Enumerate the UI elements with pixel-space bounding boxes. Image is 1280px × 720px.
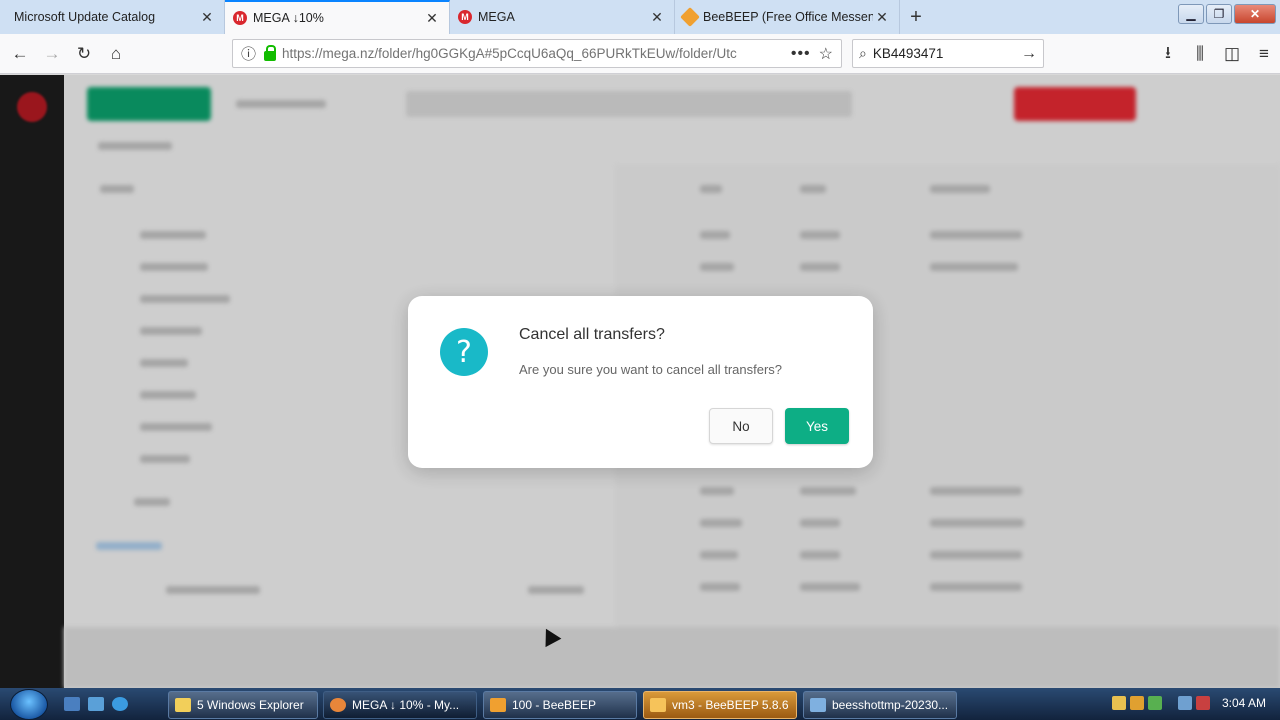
toolbar-buttons: ⭳ ⫼ ◫ ≡ bbox=[1152, 38, 1280, 70]
taskbar-beebeep-100[interactable]: 100 - BeeBEEP bbox=[483, 691, 637, 719]
beebeep-icon bbox=[680, 7, 700, 27]
tab-label: MEGA ↓10% bbox=[253, 11, 324, 25]
window-close-icon[interactable]: ✕ bbox=[1234, 4, 1276, 24]
search-input[interactable]: KB4493471 bbox=[873, 46, 1021, 61]
tray-app-icon[interactable] bbox=[1148, 696, 1162, 710]
tab-label: BeeBEEP (Free Office Messeng bbox=[703, 10, 873, 24]
lock-icon[interactable] bbox=[264, 45, 277, 61]
image-icon bbox=[810, 698, 826, 712]
sidebar-icon[interactable]: ◫ bbox=[1216, 38, 1248, 70]
maximize-icon[interactable]: ❐ bbox=[1206, 4, 1232, 24]
search-icon: ⌕ bbox=[859, 45, 867, 61]
page-actions-icon[interactable]: ••• bbox=[791, 45, 811, 63]
dialog-message: Are you sure you want to cancel all tran… bbox=[519, 362, 783, 377]
taskbar-windows-explorer[interactable]: 5 Windows Explorer bbox=[168, 691, 318, 719]
close-icon[interactable]: ✕ bbox=[648, 8, 666, 26]
search-bar[interactable]: ⌕ KB4493471 → bbox=[852, 39, 1044, 68]
address-bar[interactable]: ⓘ https://mega.nz/folder/hg0GGKgA#5pCcqU… bbox=[232, 39, 842, 68]
no-button[interactable]: No bbox=[709, 408, 773, 444]
mega-icon: M bbox=[233, 11, 247, 25]
system-tray bbox=[1112, 696, 1210, 710]
tab-mega-downloading[interactable]: M MEGA ↓10% ✕ bbox=[225, 0, 450, 34]
menu-hamburger-icon[interactable]: ≡ bbox=[1248, 38, 1280, 70]
show-desktop-icon[interactable] bbox=[64, 697, 80, 711]
firefox-icon bbox=[330, 698, 346, 712]
start-button[interactable] bbox=[10, 689, 48, 720]
reload-icon[interactable]: ↻ bbox=[68, 38, 100, 70]
back-arrow-icon[interactable]: ← bbox=[4, 38, 36, 70]
internet-explorer-icon[interactable] bbox=[112, 697, 128, 711]
tab-beebeep[interactable]: BeeBEEP (Free Office Messeng ✕ bbox=[675, 0, 900, 34]
url-text[interactable]: https://mega.nz/folder/hg0GGKgA#5pCcqU6a… bbox=[282, 46, 783, 61]
downloads-icon[interactable]: ⭳ bbox=[1152, 38, 1184, 70]
yes-button[interactable]: Yes bbox=[785, 408, 849, 444]
taskbar-label: 100 - BeeBEEP bbox=[512, 698, 597, 712]
window-controls: ▁ ❐ ✕ bbox=[1178, 4, 1276, 24]
taskbar-firefox-mega[interactable]: MEGA ↓ 10% - My... bbox=[323, 691, 477, 719]
dialog-title: Cancel all transfers? bbox=[519, 326, 665, 343]
taskbar-beebeep-vm3[interactable]: vm3 - BeeBEEP 5.8.6 bbox=[643, 691, 797, 719]
explorer-quicklaunch-icon[interactable] bbox=[88, 697, 104, 711]
tab-label: Microsoft Update Catalog bbox=[14, 10, 156, 24]
navigation-toolbar: ← → ↻ ⌂ ⓘ https://mega.nz/folder/hg0GGKg… bbox=[0, 34, 1280, 74]
tab-label: MEGA bbox=[478, 10, 515, 24]
bookmark-star-icon[interactable]: ☆ bbox=[819, 44, 833, 64]
beebeep-icon bbox=[650, 698, 666, 712]
mega-icon: M bbox=[458, 10, 472, 24]
new-tab-plus-icon[interactable]: + bbox=[900, 0, 932, 34]
info-icon[interactable]: ⓘ bbox=[241, 43, 256, 64]
search-go-arrow-icon[interactable]: → bbox=[1021, 45, 1037, 63]
security-shield-icon[interactable] bbox=[1130, 696, 1144, 710]
cancel-transfers-dialog: ? Cancel all transfers? Are you sure you… bbox=[408, 296, 873, 468]
taskbar-image-viewer[interactable]: beesshottmp-20230... bbox=[803, 691, 957, 719]
volume-muted-icon[interactable] bbox=[1196, 696, 1210, 710]
question-icon: ? bbox=[440, 328, 488, 376]
beebeep-icon bbox=[490, 698, 506, 712]
minimize-icon[interactable]: ▁ bbox=[1178, 4, 1204, 24]
tab-mega[interactable]: M MEGA ✕ bbox=[450, 0, 675, 34]
taskbar-label: beesshottmp-20230... bbox=[832, 698, 949, 712]
taskbar-clock[interactable]: 3:04 AM bbox=[1222, 696, 1266, 710]
close-icon[interactable]: ✕ bbox=[873, 8, 891, 26]
library-icon[interactable]: ⫼ bbox=[1184, 38, 1216, 70]
tab-strip: Microsoft Update Catalog ✕ M MEGA ↓10% ✕… bbox=[0, 0, 1280, 34]
close-icon[interactable]: ✕ bbox=[423, 9, 441, 27]
taskbar-label: vm3 - BeeBEEP 5.8.6 bbox=[672, 698, 789, 712]
close-icon[interactable]: ✕ bbox=[198, 8, 216, 26]
taskbar-label: MEGA ↓ 10% - My... bbox=[352, 698, 460, 712]
folder-icon bbox=[175, 698, 191, 712]
forward-arrow-icon[interactable]: → bbox=[36, 38, 68, 70]
network-icon[interactable] bbox=[1178, 696, 1192, 710]
tab-microsoft-update-catalog[interactable]: Microsoft Update Catalog ✕ bbox=[0, 0, 225, 34]
home-icon[interactable]: ⌂ bbox=[100, 38, 132, 70]
taskbar-label: 5 Windows Explorer bbox=[197, 698, 304, 712]
tray-app-icon[interactable] bbox=[1112, 696, 1126, 710]
